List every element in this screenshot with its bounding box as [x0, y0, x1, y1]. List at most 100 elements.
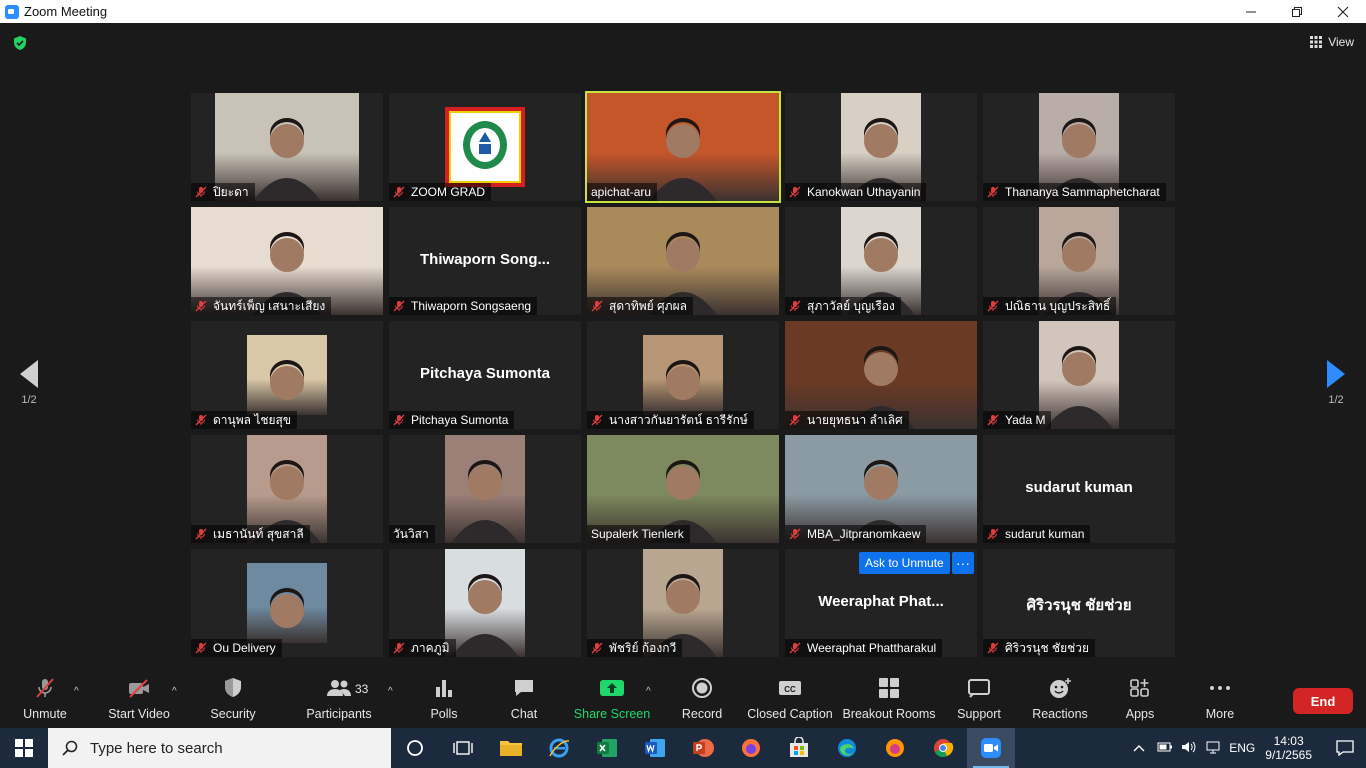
participant-tile[interactable]: ดานุพล ไชยสุข [191, 321, 383, 429]
participant-name-label: ศิริวรนุช ชัยช่วย [983, 639, 1096, 657]
edge-taskbar-icon[interactable] [823, 728, 871, 768]
unmute-label: Unmute [23, 707, 67, 721]
participant-tile[interactable]: นางสาวกันยารัตน์ ธารีรักษ์ [587, 321, 779, 429]
task-view-button[interactable] [439, 728, 487, 768]
muted-microphone-icon [195, 528, 207, 540]
participant-tile[interactable]: Supalerk Tienlerk [587, 435, 779, 543]
participant-tile[interactable]: Pitchaya Sumonta Pitchaya Sumonta [389, 321, 581, 429]
chevron-left-icon [20, 360, 38, 388]
share-screen-button[interactable]: Share Screen [574, 673, 650, 728]
next-page-button[interactable]: 1/2 [1321, 360, 1351, 406]
participant-tile[interactable]: พัชริย์ ก้องกวี [587, 549, 779, 657]
chrome-icon [934, 739, 954, 757]
end-meeting-button[interactable]: End [1293, 688, 1353, 714]
word-taskbar-icon[interactable] [631, 728, 679, 768]
firefox-taskbar-icon[interactable] [727, 728, 775, 768]
participant-tile[interactable]: เมธานันท์ สุขสาลี [191, 435, 383, 543]
support-button[interactable]: Support [956, 673, 1002, 728]
participant-tile[interactable]: สุดาทิพย์ ศุภผล [587, 207, 779, 315]
internet-explorer-icon [549, 738, 570, 758]
closed-caption-button[interactable]: CC Closed Caption [747, 673, 833, 728]
participant-name: นางสาวกันยารัตน์ ธารีรักษ์ [609, 412, 748, 427]
start-video-button[interactable]: Start Video [108, 673, 170, 728]
zoom-taskbar-icon[interactable] [967, 728, 1015, 768]
participant-tile[interactable]: สุภาวัลย์ บุญเรือง [785, 207, 977, 315]
video-options-caret[interactable]: ^ [172, 686, 177, 697]
security-button[interactable]: Security [210, 673, 256, 728]
participant-display-name: Thiwaporn Song... [420, 251, 550, 268]
svg-text:CC: CC [784, 685, 796, 694]
cortana-button[interactable] [391, 728, 439, 768]
participants-options-caret[interactable]: ^ [388, 686, 393, 697]
view-button[interactable]: View [1310, 35, 1354, 49]
encryption-shield-icon[interactable] [12, 35, 28, 51]
participant-name: Pitchaya Sumonta [411, 413, 509, 427]
speaker-volume-icon[interactable] [1181, 740, 1197, 757]
polls-button[interactable]: Polls [428, 673, 460, 728]
show-hidden-icons-chevron-up-icon[interactable] [1133, 741, 1145, 755]
more-button[interactable]: More [1204, 673, 1236, 728]
participant-tile[interactable]: Thiwaporn Song... Thiwaporn Songsaeng [389, 207, 581, 315]
participant-tile[interactable]: apichat-aru [585, 91, 781, 203]
action-center-button[interactable] [1324, 740, 1366, 756]
restore-icon [1292, 6, 1302, 17]
input-language-indicator[interactable]: ENG [1229, 741, 1255, 755]
participant-tile[interactable]: Kanokwan Uthayanin [785, 93, 977, 201]
battery-icon[interactable] [1157, 741, 1173, 756]
tile-more-options-button[interactable]: ··· [952, 552, 974, 574]
chrome-taskbar-icon[interactable] [919, 728, 967, 768]
file-explorer-taskbar-icon[interactable] [487, 728, 535, 768]
participant-tile[interactable]: วันวิสา [389, 435, 581, 543]
record-button[interactable]: Record [682, 673, 722, 728]
participant-tile[interactable]: จันทร์เพ็ญ เสนาะเสียง [191, 207, 383, 315]
apps-button[interactable]: Apps [1124, 673, 1156, 728]
share-options-caret[interactable]: ^ [646, 686, 651, 697]
muted-microphone-icon [987, 642, 999, 654]
participant-tile[interactable]: ปิยะดา [191, 93, 383, 201]
participant-name-label: Yada M [983, 411, 1052, 429]
participant-name-label: ปิยะดา [191, 183, 255, 201]
ask-to-unmute-button[interactable]: Ask to Unmute [859, 552, 950, 574]
participant-tile[interactable]: ปณิธาน บุญประสิทธิ์ [983, 207, 1175, 315]
restore-button[interactable] [1274, 0, 1320, 23]
chat-button[interactable]: Chat [509, 673, 539, 728]
participant-name: Supalerk Tienlerk [591, 527, 684, 541]
taskbar-search-box[interactable]: Type here to search [48, 728, 391, 768]
muted-microphone-icon [591, 300, 603, 312]
participant-name: จันทร์เพ็ญ เสนาะเสียง [213, 298, 326, 313]
word-icon [645, 739, 665, 757]
internet-explorer-taskbar-icon[interactable] [535, 728, 583, 768]
apps-icon [1130, 679, 1149, 697]
participant-tile[interactable]: นายยุทธนา ลำเลิศ [785, 321, 977, 429]
minimize-button[interactable] [1228, 0, 1274, 23]
participant-tile[interactable]: ศิริวรนุช ชัยช่วย ศิริวรนุช ชัยช่วย [983, 549, 1175, 657]
participant-tile[interactable]: sudarut kuman sudarut kuman [983, 435, 1175, 543]
more-dots-icon [1210, 686, 1230, 690]
participant-video [445, 549, 525, 657]
participant-tile[interactable]: Thananya Sammaphetcharat [983, 93, 1175, 201]
reactions-button[interactable]: Reactions [1032, 673, 1088, 728]
participant-tile[interactable]: Ou Delivery [191, 549, 383, 657]
close-button[interactable] [1320, 0, 1366, 23]
previous-page-button[interactable]: 1/2 [14, 360, 44, 406]
reactions-smiley-icon [1050, 678, 1071, 698]
participant-tile[interactable]: Yada M [983, 321, 1175, 429]
audio-options-caret[interactable]: ^ [74, 686, 79, 697]
start-button[interactable] [0, 728, 48, 768]
unmute-button[interactable]: Unmute [22, 673, 68, 728]
taskbar-clock[interactable]: 14:03 9/1/2565 [1265, 734, 1312, 762]
network-icon[interactable] [1205, 740, 1221, 757]
store-taskbar-icon[interactable] [775, 728, 823, 768]
firefox-second-taskbar-icon[interactable] [871, 728, 919, 768]
powerpoint-taskbar-icon[interactable] [679, 728, 727, 768]
excel-taskbar-icon[interactable] [583, 728, 631, 768]
start-video-label: Start Video [108, 707, 170, 721]
participant-name: ZOOM GRAD [411, 185, 485, 199]
muted-microphone-icon [789, 528, 801, 540]
muted-microphone-icon [987, 528, 999, 540]
participant-tile[interactable]: ZOOM GRAD [389, 93, 581, 201]
participant-tile[interactable]: MBA_Jitpranomkaew [785, 435, 977, 543]
support-screen-icon [968, 679, 990, 698]
breakout-rooms-button[interactable]: Breakout Rooms [842, 673, 936, 728]
participant-tile[interactable]: ภาคภูมิ [389, 549, 581, 657]
